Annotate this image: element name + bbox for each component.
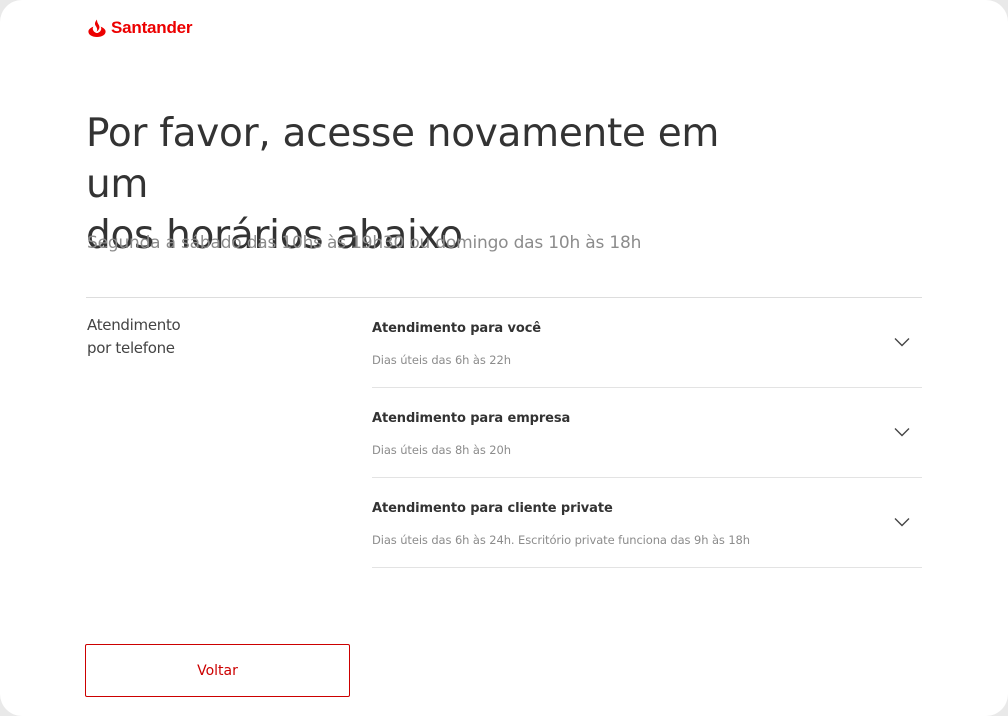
accordion-item-para-empresa[interactable]: Atendimento para empresa Dias úteis das …: [372, 388, 922, 478]
back-button[interactable]: Voltar: [85, 644, 350, 697]
accordion-item-description: Dias úteis das 6h às 24h. Escritório pri…: [372, 533, 750, 547]
phone-section-label-line-1: Atendimento: [87, 316, 181, 334]
chevron-down-icon[interactable]: [894, 517, 910, 527]
accordion-item-description: Dias úteis das 8h às 20h: [372, 443, 511, 457]
accordion-item-description: Dias úteis das 6h às 22h: [372, 353, 511, 367]
page-title-line-1: Por favor, acesse novamente em um: [86, 111, 720, 207]
accordion-item-cliente-private[interactable]: Atendimento para cliente private Dias út…: [372, 478, 922, 568]
accordion-item-title: Atendimento para empresa: [372, 411, 571, 426]
accordion-item-para-voce[interactable]: Atendimento para você Dias úteis das 6h …: [372, 298, 922, 388]
hours-subtitle: Segunda a sábado das 10hs às 19h30 ou do…: [87, 233, 642, 253]
flame-icon: [88, 19, 106, 37]
santander-logo[interactable]: Santander: [87, 18, 193, 38]
chevron-down-icon[interactable]: [894, 427, 910, 437]
accordion-item-title: Atendimento para você: [372, 321, 542, 336]
page-card: Santander Por favor, acesse novamente em…: [0, 0, 1008, 716]
accordion-item-title: Atendimento para cliente private: [372, 501, 613, 516]
brand-name: Santander: [111, 18, 193, 37]
phone-service-accordion: Atendimento para você Dias úteis das 6h …: [372, 298, 922, 568]
phone-section-label-line-2: por telefone: [87, 339, 175, 357]
chevron-down-icon[interactable]: [894, 337, 910, 347]
phone-section-label: Atendimento por telefone: [87, 314, 237, 360]
